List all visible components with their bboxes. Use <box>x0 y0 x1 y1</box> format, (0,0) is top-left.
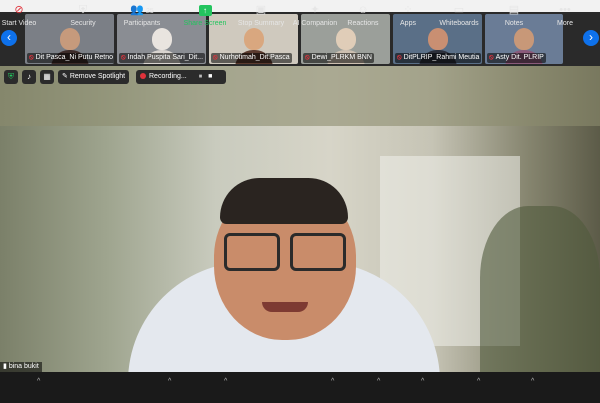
participants-button[interactable]: 👥 25 Participants <box>120 2 164 30</box>
participant-name: ⦸ Indah Puspita Sari_Dit... <box>119 53 206 63</box>
pin-icon: ✎ <box>62 73 68 80</box>
participants-options-caret-icon[interactable]: ^ <box>168 378 171 385</box>
prev-page-button[interactable]: ‹ <box>1 30 17 46</box>
signal-bars-icon: ▮ <box>3 363 7 370</box>
participant-name: ⦸ DitPLRIP_Rahmi Meutia <box>395 53 482 63</box>
notes-button[interactable]: ▤ Notes <box>500 2 528 30</box>
participant-name: ⦸ Dewi_PLRKM BNN <box>303 53 374 63</box>
participant-name: ⦸ Dit Pasca_Ni Putu Retno <box>27 53 114 63</box>
mic-muted-icon: ⦸ <box>121 54 126 61</box>
mic-muted-icon: ⦸ <box>305 54 310 61</box>
participants-icon: 👥 25 <box>130 4 154 16</box>
start-video-button[interactable]: ⊘ Start Video <box>0 2 38 30</box>
speaker-name-tag: ▮ bina bukit <box>0 362 42 372</box>
security-shield-icon: ⛨ <box>78 4 88 16</box>
reactions-options-caret-icon[interactable]: ^ <box>377 378 380 385</box>
video-off-icon: ⊘ <box>14 4 24 16</box>
participant-face <box>514 28 534 50</box>
speaker-glasses <box>222 233 346 271</box>
share-screen-button[interactable]: ↑ Share Screen <box>183 2 227 30</box>
audio-settings-icon[interactable]: ♪ <box>22 70 36 84</box>
participant-face <box>152 28 172 50</box>
recording-dot-icon <box>140 73 146 80</box>
participant-face <box>244 28 264 50</box>
speaker-mouth <box>262 302 308 312</box>
next-page-button[interactable]: › <box>583 30 599 46</box>
apps-icon: ⁘ <box>403 4 413 16</box>
view-grid-icon[interactable]: ▦ <box>40 70 54 84</box>
share-options-caret-icon[interactable]: ^ <box>224 378 227 385</box>
notes-icon: ▤ <box>508 4 520 16</box>
security-button[interactable]: ⛨ Security <box>66 2 100 30</box>
glasses-lens-left <box>224 233 280 271</box>
notes-options-caret-icon[interactable]: ^ <box>531 378 534 385</box>
participant-face <box>336 28 356 50</box>
participant-face <box>60 28 80 50</box>
ai-options-caret-icon[interactable]: ^ <box>331 378 334 385</box>
reactions-emoji-icon: ☺ <box>357 4 369 16</box>
ai-sparkle-icon: ✦ <box>310 4 320 16</box>
whiteboard-icon: ▭ <box>453 4 465 16</box>
summary-icon: ▣ <box>255 4 267 16</box>
recording-indicator[interactable]: Recording... ⏸ ■ <box>136 70 226 84</box>
apps-options-caret-icon[interactable]: ^ <box>421 378 424 385</box>
stop-recording-icon[interactable]: ■ <box>208 73 212 80</box>
mic-muted-icon: ⦸ <box>489 54 494 61</box>
encryption-shield-icon[interactable]: ⛨ <box>4 70 18 84</box>
ai-companion-button[interactable]: ✦ AI Companion <box>291 2 339 30</box>
video-options-caret-icon[interactable]: ^ <box>37 378 40 385</box>
pause-recording-icon[interactable]: ⏸ <box>199 73 203 80</box>
mic-muted-icon: ⦸ <box>397 54 402 61</box>
background-plant <box>480 206 600 372</box>
participant-name: ⦸ Nurhotimah_Dit.Pasca <box>211 53 292 63</box>
participant-name: ⦸ Asty Dit. PLRIP <box>487 53 546 63</box>
apps-button[interactable]: ⁘ Apps <box>395 2 421 30</box>
share-screen-icon: ↑ <box>183 2 227 19</box>
whiteboards-button[interactable]: ▭ Whiteboards <box>437 2 481 30</box>
stop-summary-button[interactable]: ▣ Stop Summary <box>236 2 286 30</box>
meeting-toolbar <box>0 372 600 403</box>
reactions-button[interactable]: ☺ Reactions <box>345 2 381 30</box>
remove-spotlight-button[interactable]: ✎ Remove Spotlight <box>58 70 130 84</box>
whiteboards-options-caret-icon[interactable]: ^ <box>477 378 480 385</box>
mic-muted-icon: ⦸ <box>29 54 34 61</box>
glasses-lens-right <box>290 233 346 271</box>
participant-face <box>428 28 448 50</box>
speaker-hair <box>220 178 348 224</box>
more-button[interactable]: ••• More <box>552 2 578 30</box>
mic-muted-icon: ⦸ <box>213 54 218 61</box>
more-dots-icon: ••• <box>559 4 571 16</box>
